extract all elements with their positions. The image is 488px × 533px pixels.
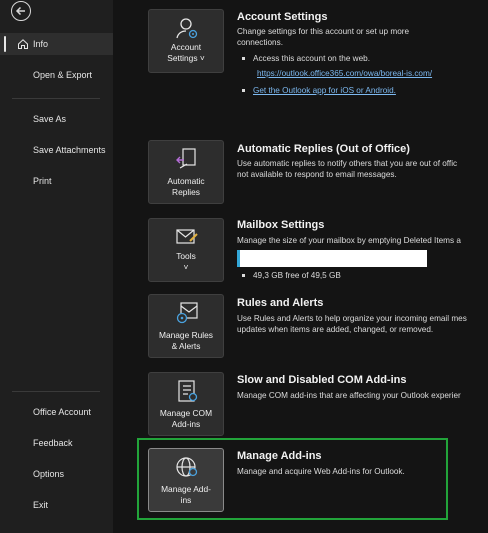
back-button[interactable] [11, 1, 31, 21]
sidebar-item-label: Save As [33, 114, 67, 124]
sidebar-item-save-attachments[interactable]: Save Attachments [0, 139, 113, 161]
manage-rules-alerts-button[interactable]: Manage Rules & Alerts [148, 294, 224, 358]
access-web-text: Access this account on the web. [242, 54, 370, 63]
get-mobile-app-link[interactable]: Get the Outlook app for iOS or Android. [242, 86, 396, 95]
com-addins-icon [178, 380, 198, 402]
sidebar-item-label: Print [33, 176, 52, 186]
sidebar-item-label: Open & Export [33, 70, 93, 80]
automatic-replies-button[interactable]: Automatic Replies [148, 140, 224, 204]
sidebar-item-office-account[interactable]: Office Account [0, 401, 113, 423]
sidebar-item-label: Office Account [33, 407, 91, 417]
account-settings-button[interactable]: Account Settings ˅ [148, 9, 224, 73]
sidebar-item-label: Feedback [33, 438, 73, 448]
backstage-sidebar: Info Open & Export Save As Save Attachme… [0, 0, 113, 533]
account-settings-title: Account Settings [237, 11, 328, 23]
manage-com-addins-label: Manage COM Add-ins [159, 408, 213, 429]
com-addins-desc: Manage COM add-ins that are affecting yo… [237, 391, 461, 400]
sidebar-item-exit[interactable]: Exit [0, 494, 113, 516]
sidebar-divider [12, 391, 100, 392]
account-settings-label: Account Settings ˅ [167, 42, 205, 63]
rules-alerts-title: Rules and Alerts [237, 297, 324, 309]
mailbox-settings-desc: Manage the size of your mailbox by empty… [237, 236, 461, 245]
arrow-left-icon [15, 6, 25, 16]
mailbox-tools-icon [176, 229, 198, 244]
account-settings-icon [176, 18, 198, 39]
sidebar-divider [12, 98, 100, 99]
sidebar-item-label: Exit [33, 500, 49, 510]
sidebar-item-feedback[interactable]: Feedback [0, 432, 113, 454]
rules-alerts-icon [176, 302, 198, 324]
tools-label: Tools ˅ [176, 251, 196, 272]
home-icon [18, 39, 28, 49]
automatic-replies-icon [176, 148, 196, 169]
rules-alerts-desc: Use Rules and Alerts to help organize yo… [237, 314, 467, 334]
owa-link[interactable]: https://outlook.office365.com/owa/boreal… [257, 69, 432, 78]
automatic-replies-desc: Use automatic replies to notify others t… [237, 159, 458, 179]
mailbox-storage-fill [237, 250, 240, 267]
sidebar-item-save-as[interactable]: Save As [0, 108, 113, 130]
sidebar-item-options[interactable]: Options [0, 463, 113, 485]
mailbox-storage-text: 49,3 GB free of 49,5 GB [242, 271, 341, 280]
automatic-replies-label: Automatic Replies [167, 176, 205, 197]
sidebar-item-info[interactable]: Info [0, 33, 113, 55]
mailbox-settings-title: Mailbox Settings [237, 219, 325, 231]
selection-highlight [137, 438, 448, 520]
sidebar-item-open-export[interactable]: Open & Export [0, 64, 113, 86]
mailbox-storage-bar [237, 250, 427, 267]
account-settings-desc: Change settings for this account or set … [237, 27, 410, 47]
automatic-replies-title: Automatic Replies (Out of Office) [237, 143, 410, 155]
sidebar-item-print[interactable]: Print [0, 170, 113, 192]
sidebar-item-label: Save Attachments [33, 145, 106, 155]
sidebar-item-label: Options [33, 469, 65, 479]
sidebar-item-label: Info [33, 39, 49, 49]
manage-com-addins-button[interactable]: Manage COM Add-ins [148, 372, 224, 436]
manage-rules-alerts-label: Manage Rules & Alerts [158, 330, 213, 351]
tools-button[interactable]: Tools ˅ [148, 218, 224, 282]
com-addins-title: Slow and Disabled COM Add-ins [237, 374, 407, 386]
